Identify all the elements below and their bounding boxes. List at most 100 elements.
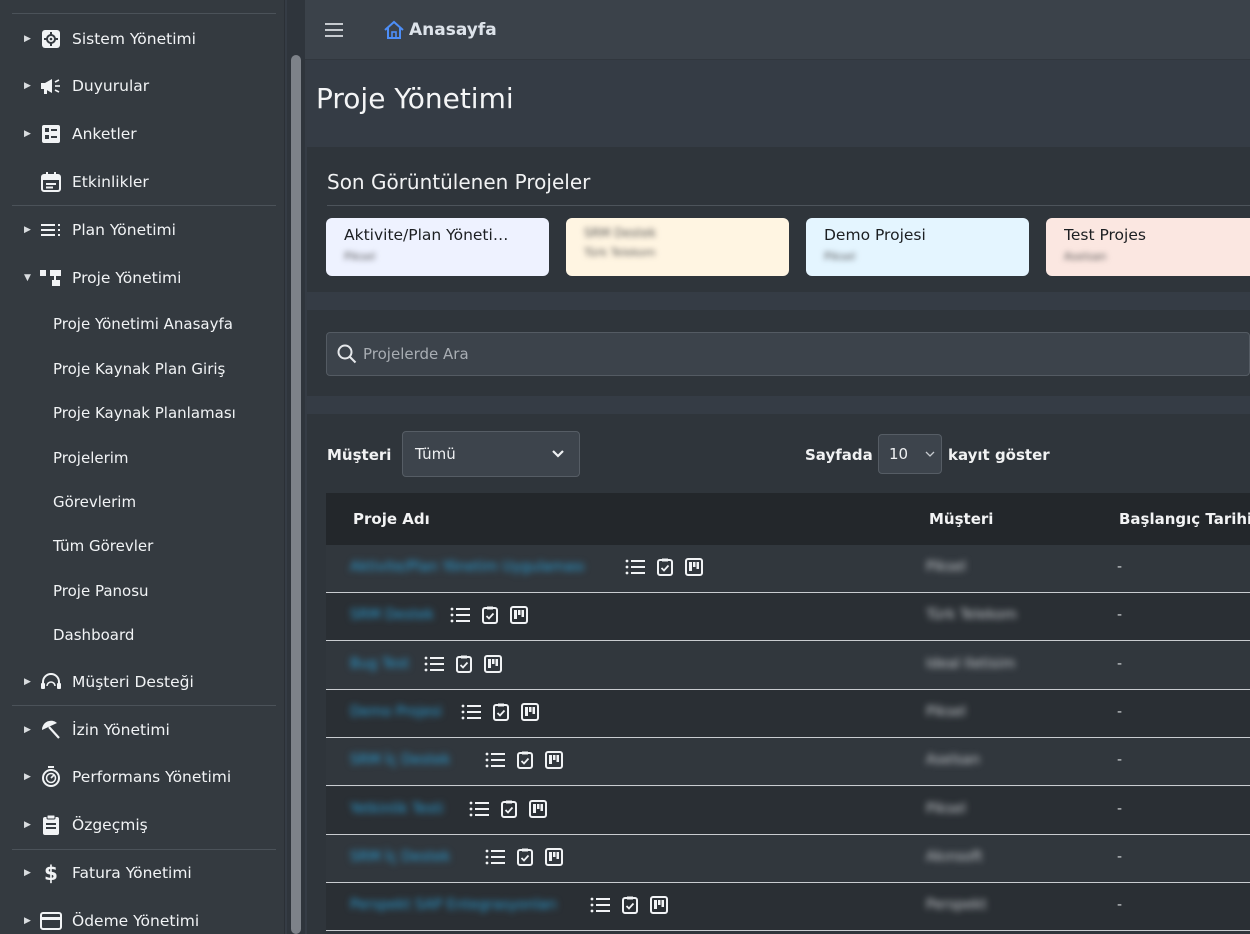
kanban-board-icon[interactable] xyxy=(484,654,502,673)
credit-card-icon xyxy=(40,910,62,932)
project-name-link[interactable]: SRM İç Destek xyxy=(350,752,450,768)
recent-project-title: Test Projes xyxy=(1064,226,1146,244)
sidebar-subitem-dashboard[interactable]: Dashboard xyxy=(53,615,134,655)
task-check-icon[interactable] xyxy=(657,558,673,576)
kanban-board-icon[interactable] xyxy=(510,606,528,625)
customer-filter-value: Tümü xyxy=(415,445,456,463)
hamburger-menu-icon[interactable] xyxy=(325,22,343,37)
sidebar-item-label: Performans Yönetimi xyxy=(72,768,232,786)
megaphone-icon xyxy=(40,75,62,97)
caret-right-icon: ▶ xyxy=(24,820,31,830)
sidebar-subitem-proje-panosu[interactable]: Proje Panosu xyxy=(53,571,149,611)
caret-right-icon: ▶ xyxy=(24,725,31,735)
sidebar-item-plan-yonetimi[interactable]: ▶ Plan Yönetimi xyxy=(0,208,284,252)
project-customer: Piksel xyxy=(926,703,966,720)
search-box[interactable] xyxy=(326,332,1250,376)
sidebar-item-odeme-yonetimi[interactable]: ▶ Ödeme Yönetimi xyxy=(0,899,284,934)
calendar-icon xyxy=(40,171,62,193)
row-actions xyxy=(424,654,502,673)
kanban-board-icon[interactable] xyxy=(650,896,668,915)
sidebar-item-label: Fatura Yönetimi xyxy=(72,864,192,882)
task-check-icon[interactable] xyxy=(517,751,533,770)
recent-projects-card: Son Görüntülenen Projeler Aktivite/Plan … xyxy=(307,147,1250,292)
task-list-icon[interactable] xyxy=(485,752,505,768)
sidebar-subitem-kaynak-plan-giris[interactable]: Proje Kaynak Plan Giriş xyxy=(53,349,225,389)
recent-project-card[interactable]: Aktivite/Plan Yöneti… Piksel xyxy=(326,218,549,276)
project-customer: Piksel xyxy=(926,800,966,817)
column-header-start-date[interactable]: Başlangıç Tarihi xyxy=(1119,510,1250,528)
column-header-project-name[interactable]: Proje Adı xyxy=(353,510,430,528)
task-list-icon[interactable] xyxy=(485,849,505,865)
task-check-icon[interactable] xyxy=(517,848,533,866)
sidebar-subitem-anasayfa[interactable]: Proje Yönetimi Anasayfa xyxy=(53,304,233,344)
recent-project-card[interactable]: Demo Projesi Piksel xyxy=(806,218,1029,276)
row-actions xyxy=(625,558,703,576)
task-check-icon[interactable] xyxy=(482,606,498,625)
project-start-date: - xyxy=(1117,897,1123,914)
sidebar-item-musteri-destegi[interactable]: ▶ Müşteri Desteği xyxy=(0,660,284,704)
project-name-link[interactable]: Perspekt SAP Entegrasyonları xyxy=(350,897,557,913)
task-list-icon[interactable] xyxy=(625,559,645,575)
caret-right-icon: ▶ xyxy=(24,34,31,44)
gear-icon xyxy=(40,28,62,50)
sidebar-scrollbar[interactable] xyxy=(287,0,305,934)
sidebar-subitem-projelerim[interactable]: Projelerim xyxy=(53,438,129,478)
dollar-icon: $ xyxy=(44,861,58,885)
sidebar-item-sistem-yonetimi[interactable]: ▶ Sistem Yönetimi xyxy=(0,17,284,61)
sidebar-item-anketler[interactable]: ▶ Anketler xyxy=(0,112,284,156)
table-row: Demo Projesi Piksel - xyxy=(326,689,1250,738)
recent-project-title: SRM Destek xyxy=(584,226,657,240)
page-length-select[interactable]: 10 xyxy=(878,434,942,474)
scrollbar-thumb[interactable] xyxy=(291,55,301,934)
sidebar-item-izin-yonetimi[interactable]: ▶ İzin Yönetimi xyxy=(0,708,284,752)
task-list-icon[interactable] xyxy=(469,801,489,817)
projects-table-card: Müşteri Tümü Sayfada 10 kayıt göster Pro… xyxy=(307,414,1250,934)
recent-projects-title: Son Görüntülenen Projeler xyxy=(327,170,591,194)
kanban-board-icon[interactable] xyxy=(685,558,703,576)
sidebar-item-performans-yonetimi[interactable]: ▶ Performans Yönetimi xyxy=(0,755,284,799)
sidebar-subitem-gorevlerim[interactable]: Görevlerim xyxy=(53,482,136,522)
sidebar-subitem-kaynak-planlamasi[interactable]: Proje Kaynak Planlaması xyxy=(53,393,236,433)
task-check-icon[interactable] xyxy=(493,703,509,721)
table-header: Proje Adı Müşteri Başlangıç Tarihi xyxy=(326,493,1250,545)
page-length-prefix: Sayfada xyxy=(805,446,873,464)
recent-project-card[interactable]: Test Projes Aselsan xyxy=(1046,218,1250,276)
beach-umbrella-icon xyxy=(40,719,62,741)
sidebar-item-proje-yonetimi[interactable]: ▼ Proje Yönetimi xyxy=(0,256,284,300)
home-label: Anasayfa xyxy=(409,19,497,40)
headset-icon xyxy=(40,671,62,693)
task-list-icon[interactable] xyxy=(461,704,481,720)
sidebar-item-label: Ödeme Yönetimi xyxy=(72,912,200,930)
sidebar-subitem-tum-gorevler[interactable]: Tüm Görevler xyxy=(53,526,153,566)
project-name-link[interactable]: Yetkinlik Testi xyxy=(350,801,443,817)
caret-right-icon: ▶ xyxy=(24,225,31,235)
house-icon xyxy=(384,20,404,39)
task-list-icon[interactable] xyxy=(450,607,470,623)
project-name-link[interactable]: SRM İç Destek xyxy=(350,849,450,865)
kanban-board-icon[interactable] xyxy=(521,702,539,721)
task-list-icon[interactable] xyxy=(590,897,610,913)
kanban-board-icon[interactable] xyxy=(529,799,547,818)
project-name-link[interactable]: SRM Destek xyxy=(350,607,434,623)
recent-project-card[interactable]: SRM Destek Türk Telekom xyxy=(566,218,789,276)
column-header-customer[interactable]: Müşteri xyxy=(929,510,993,528)
sidebar-item-etkinlikler[interactable]: Etkinlikler xyxy=(0,160,284,204)
kanban-board-icon[interactable] xyxy=(545,847,563,866)
project-name-link[interactable]: Demo Projesi xyxy=(350,704,442,720)
customer-filter-select[interactable]: Tümü xyxy=(402,431,580,477)
home-link[interactable]: Anasayfa xyxy=(383,20,497,40)
task-check-icon[interactable] xyxy=(501,800,517,818)
caret-right-icon: ▶ xyxy=(24,868,31,878)
project-name-link[interactable]: Bug Test xyxy=(350,656,409,672)
task-check-icon[interactable] xyxy=(622,896,638,915)
sidebar-item-ozgecmis[interactable]: ▶ Özgeçmiş xyxy=(0,803,284,847)
project-name-link[interactable]: Aktivite/Plan Yönetim Uygulaması xyxy=(350,559,585,575)
sidebar-item-fatura-yonetimi[interactable]: ▶ $ Fatura Yönetimi xyxy=(0,851,284,895)
caret-right-icon: ▶ xyxy=(24,677,31,687)
sidebar-item-duyurular[interactable]: ▶ Duyurular xyxy=(0,64,284,108)
search-input[interactable] xyxy=(363,345,1213,363)
page-title: Proje Yönetimi xyxy=(316,82,514,115)
kanban-board-icon[interactable] xyxy=(545,751,563,770)
task-check-icon[interactable] xyxy=(456,655,472,673)
task-list-icon[interactable] xyxy=(424,656,444,672)
